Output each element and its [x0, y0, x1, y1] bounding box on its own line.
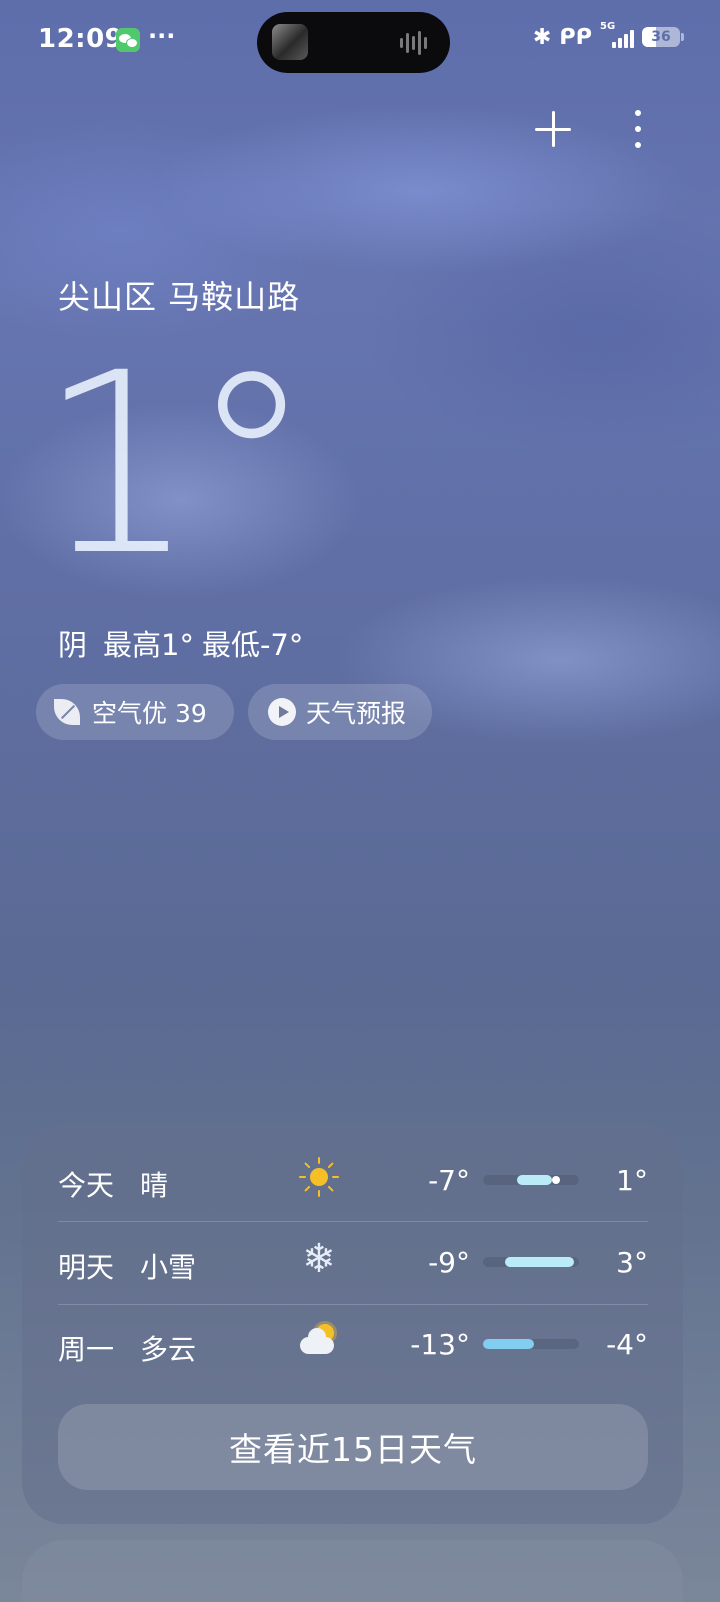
- view-15-day-button[interactable]: 查看近15日天气: [58, 1404, 648, 1490]
- condition-label: 阴: [58, 628, 88, 662]
- add-city-button[interactable]: [532, 108, 574, 150]
- bluetooth-icon: ✱: [532, 24, 552, 50]
- forecast-row[interactable]: 今天 晴 -7° 1°: [58, 1140, 648, 1222]
- current-temp-dot: [551, 1176, 560, 1184]
- forecast-high: 3°: [616, 1246, 648, 1279]
- leaf-icon: [54, 699, 80, 725]
- forecast-low: -9°: [428, 1246, 470, 1279]
- weather-forecast-chip[interactable]: 天气预报: [248, 684, 432, 740]
- more-options-button[interactable]: [628, 108, 648, 150]
- forecast-row[interactable]: 明天 小雪 ❄ -9° 3°: [58, 1222, 648, 1304]
- status-time: 12:09: [38, 24, 124, 54]
- snowflake-icon: ❄: [302, 1236, 336, 1282]
- audio-wave-icon: [400, 30, 432, 56]
- temperature-range-bar: [483, 1175, 579, 1185]
- forecast-condition: 多云: [140, 1333, 197, 1366]
- forecast-low: -7°: [428, 1164, 470, 1197]
- air-quality-chip[interactable]: 空气优 39: [36, 684, 234, 740]
- weather-forecast-label: 天气预报: [306, 699, 407, 728]
- forecast-day: 明天: [58, 1251, 115, 1284]
- forecast-low: -13°: [410, 1328, 470, 1361]
- temperature-range-bar: [483, 1339, 579, 1349]
- temperature-range-bar: [483, 1257, 579, 1267]
- play-icon: [268, 698, 296, 726]
- forecast-high: -4°: [606, 1328, 648, 1361]
- media-thumbnail: [272, 24, 308, 60]
- next-card: [22, 1540, 683, 1602]
- dynamic-island[interactable]: [257, 12, 450, 73]
- forecast-row[interactable]: 周一 多云 -13° -4°: [58, 1304, 648, 1386]
- forecast-day: 周一: [58, 1333, 115, 1366]
- forecast-condition: 小雪: [140, 1251, 197, 1284]
- wechat-icon: [116, 28, 140, 52]
- air-quality-label: 空气优 39: [92, 699, 207, 728]
- temperature-summary: 阴最高1° 最低-7°: [58, 622, 319, 664]
- location-label[interactable]: 尖山区 马鞍山路: [58, 272, 300, 318]
- low-temp: 最低-7°: [201, 628, 304, 662]
- forecast-high: 1°: [616, 1164, 648, 1197]
- sun-icon: [298, 1156, 340, 1198]
- status-icons: ✱ ᑭᑭ 5G 36: [532, 21, 684, 50]
- forecast-condition: 晴: [140, 1169, 169, 1202]
- signal-icon: 5G: [600, 21, 634, 50]
- high-temp: 最高1°: [103, 628, 194, 662]
- earbuds-icon: ᑭᑭ: [559, 24, 592, 50]
- current-temperature: 1°: [38, 319, 314, 610]
- battery-icon: 36: [642, 27, 684, 47]
- battery-level: 36: [651, 29, 671, 45]
- cloud-sun-icon: [298, 1320, 340, 1362]
- forecast-card: 今天 晴 -7° 1° 明天 小雪 ❄ -9° 3° 周一 多云 -13° -4…: [22, 1124, 683, 1524]
- more-notifications-icon: ···: [148, 22, 176, 50]
- forecast-day: 今天: [58, 1169, 115, 1202]
- status-bar: 12:09 ··· ✱ ᑭᑭ 5G 36: [0, 0, 720, 80]
